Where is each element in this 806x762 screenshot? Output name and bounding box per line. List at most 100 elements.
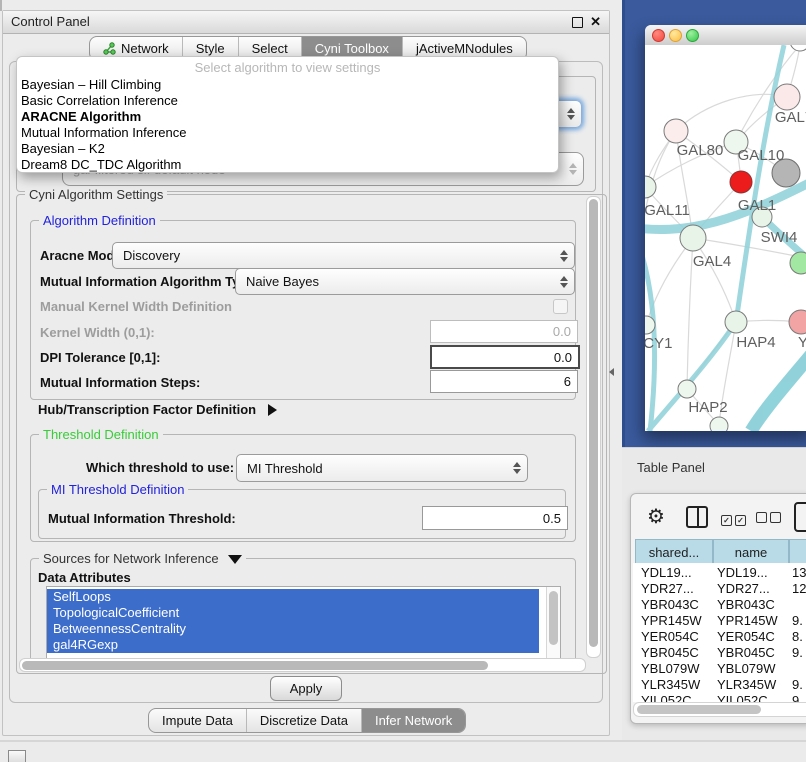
table-panel-title: Table Panel [637, 460, 705, 475]
mi-steps-label: Mutual Information Steps: [40, 375, 200, 390]
node-label: Y [798, 334, 806, 351]
node-label: GAL80 [677, 142, 724, 159]
data-attributes-label: Data Attributes [38, 570, 131, 585]
dropdown-item[interactable]: Dream8 DC_TDC Algorithm [21, 157, 181, 173]
mi-threshold-field[interactable]: 0.5 [422, 506, 568, 530]
dropdown-item[interactable]: Bayesian – K2 [21, 141, 105, 157]
network-window-titlebar[interactable] [645, 25, 806, 46]
column-header-extra[interactable] [789, 539, 806, 565]
app-root: Control Panel ✕ Network Style Select Cyn… [0, 0, 806, 762]
node-label: HAP4 [736, 334, 775, 351]
list-item[interactable]: gal4RGexp [47, 637, 539, 653]
algorithm-definition-title: Algorithm Definition [39, 213, 160, 228]
mi-steps-field[interactable]: 6 [430, 370, 578, 393]
kernel-width-label: Kernel Width (0,1): [40, 325, 155, 340]
column-header-shared[interactable]: shared... [635, 539, 713, 565]
scrollbar-thumb[interactable] [589, 199, 598, 647]
algorithm-dropdown-popup: Select algorithm to view settings Bayesi… [16, 56, 559, 173]
network-graph: GAL7 GAL80 GAL10 GAL1 GAL11 SWI4 GAL4 GC… [645, 45, 806, 431]
node-hap4[interactable] [725, 311, 747, 333]
settings-group-title: Cyni Algorithm Settings [25, 187, 167, 202]
minimize-traffic-light-icon[interactable] [669, 29, 682, 42]
list-item[interactable]: SelfLoops [47, 589, 539, 605]
network-view-window[interactable]: GAL7 GAL80 GAL10 GAL1 GAL11 SWI4 GAL4 GC… [645, 25, 806, 431]
node-label: SWI4 [761, 229, 798, 246]
which-threshold-value: MI Threshold [247, 455, 323, 481]
float-window-icon[interactable] [572, 17, 583, 28]
node-gal11[interactable] [645, 176, 656, 198]
table-horizontal-scrollbar[interactable] [633, 702, 806, 717]
expand-down-icon [228, 555, 242, 564]
collapsed-panel-button[interactable] [8, 750, 26, 762]
sources-group-title: Sources for Network Inference [39, 551, 246, 566]
stepper-arrows-icon [513, 462, 521, 474]
node-gal1[interactable] [730, 171, 752, 193]
which-threshold-label: Which threshold to use: [86, 460, 234, 475]
list-vertical-scrollbar[interactable] [546, 587, 560, 659]
tab-infer-network[interactable]: Infer Network [362, 709, 465, 732]
dropdown-placeholder: Select algorithm to view settings [17, 60, 558, 75]
stepper-arrows-icon [560, 276, 568, 288]
threshold-definition-title: Threshold Definition [39, 427, 163, 442]
deselect-all-checkboxes-icon[interactable] [756, 511, 784, 526]
table-window: ⚙ ✓✓ shared... name YDL19... YDL19... 13… [630, 493, 806, 724]
scrollbar-thumb[interactable] [22, 661, 488, 670]
dropdown-item[interactable]: Bayesian – Hill Climbing [21, 77, 161, 93]
control-panel-title: Control Panel [11, 11, 90, 33]
node-label: GCY1 [645, 335, 672, 352]
stepper-arrows-icon [569, 163, 577, 175]
node-hap2[interactable] [678, 380, 696, 398]
close-traffic-light-icon[interactable] [652, 29, 665, 42]
scrollbar-thumb[interactable] [549, 591, 558, 645]
kernel-width-field[interactable]: 0.0 [430, 320, 578, 343]
dropdown-item-selected[interactable]: ARACNE Algorithm [21, 109, 141, 125]
dpi-tolerance-field[interactable]: 0.0 [430, 345, 580, 369]
new-table-icon[interactable] [794, 502, 806, 532]
tab-discretize-data[interactable]: Discretize Data [247, 709, 362, 732]
manual-kernel-checkbox[interactable] [553, 299, 568, 314]
node[interactable] [710, 417, 728, 431]
node-gal7[interactable] [774, 84, 800, 110]
settings-horizontal-scrollbar[interactable] [19, 658, 586, 672]
control-panel-window: Control Panel ✕ Network Style Select Cyn… [2, 10, 610, 736]
dropdown-item[interactable]: Mutual Information Inference [21, 125, 186, 141]
zoom-traffic-light-icon[interactable] [686, 29, 699, 42]
list-item[interactable]: BetweennessCentrality [47, 621, 539, 637]
close-icon[interactable]: ✕ [590, 14, 601, 30]
mi-type-value: Naive Bayes [246, 269, 319, 294]
node-salmon[interactable] [789, 310, 806, 334]
node-label: GAL11 [645, 202, 690, 219]
node-label: GAL1 [738, 197, 776, 214]
expand-right-icon [268, 404, 277, 416]
split-columns-icon[interactable] [686, 506, 708, 528]
select-all-checkboxes-icon[interactable]: ✓✓ [721, 511, 749, 526]
stepper-arrows-icon [560, 250, 568, 262]
mi-threshold-label: Mutual Information Threshold: [48, 511, 236, 526]
network-canvas[interactable]: GAL7 GAL80 GAL10 GAL1 GAL11 SWI4 GAL4 GC… [645, 45, 806, 431]
aracne-mode-combobox[interactable]: Discovery [112, 242, 575, 269]
splitpane-collapse-handle[interactable] [609, 368, 614, 376]
mi-type-combobox[interactable]: Naive Bayes [235, 268, 575, 295]
bottom-tabbar: Impute Data Discretize Data Infer Networ… [148, 708, 466, 733]
node-label: GAL10 [738, 147, 785, 164]
node-gal80[interactable] [664, 119, 688, 143]
edge-tick [0, 0, 2, 11]
column-header-name[interactable]: name [713, 539, 789, 565]
data-attributes-list[interactable]: SelfLoops TopologicalCoefficient Between… [46, 586, 561, 660]
list-item[interactable]: TopologicalCoefficient [47, 605, 539, 621]
mi-threshold-group-title: MI Threshold Definition [47, 482, 188, 497]
node-label: GAL4 [693, 253, 731, 270]
tab-impute-data[interactable]: Impute Data [149, 709, 247, 732]
settings-vertical-scrollbar[interactable] [586, 196, 601, 658]
hub-definition-expander[interactable]: Hub/Transcription Factor Definition [38, 402, 277, 417]
apply-button[interactable]: Apply [270, 676, 342, 701]
dropdown-item[interactable]: Basic Correlation Inference [21, 93, 178, 109]
dpi-tolerance-label: DPI Tolerance [0,1]: [40, 350, 160, 365]
control-panel-titlebar[interactable]: Control Panel ✕ [3, 11, 609, 34]
scrollbar-thumb[interactable] [637, 705, 761, 714]
gear-icon[interactable]: ⚙ [647, 504, 665, 529]
network-icon [103, 42, 116, 55]
node[interactable] [790, 45, 806, 51]
which-threshold-combobox[interactable]: MI Threshold [236, 454, 528, 482]
node-gal4[interactable] [680, 225, 706, 251]
